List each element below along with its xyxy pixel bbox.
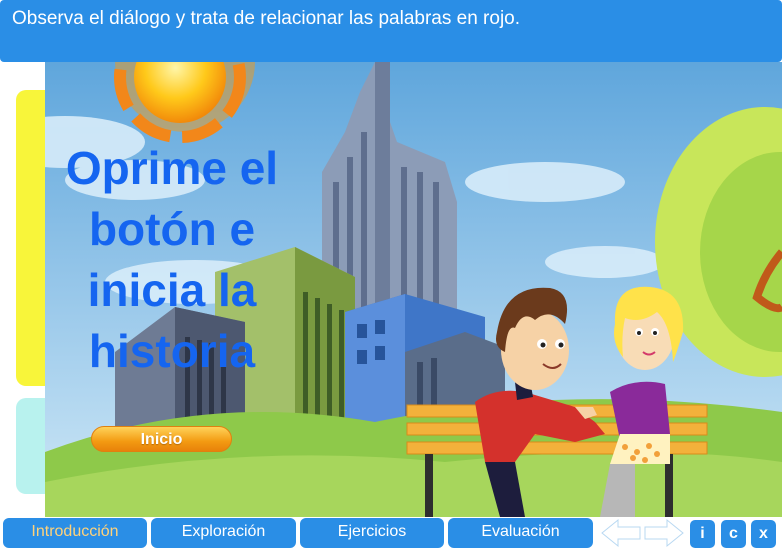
prompt-line: Oprime el xyxy=(65,142,279,194)
bottom-navigation: Introducción Exploración Ejercicios Eval… xyxy=(0,517,782,553)
tab-evaluacion[interactable]: Evaluación xyxy=(448,518,593,548)
close-button[interactable]: x xyxy=(751,520,776,548)
prompt-line: historia xyxy=(88,325,256,377)
prompt-line: botón e xyxy=(88,203,256,255)
start-button[interactable]: Inicio xyxy=(91,426,232,452)
credits-button[interactable]: c xyxy=(721,520,746,548)
story-prompt: Oprime el botón e inicia la historia xyxy=(42,138,302,382)
instruction-bar: Observa el diálogo y trata de relacionar… xyxy=(0,0,782,62)
tab-exploracion[interactable]: Exploración xyxy=(151,518,296,548)
prompt-line: inicia la xyxy=(87,264,257,316)
tab-ejercicios[interactable]: Ejercicios xyxy=(300,518,444,548)
info-button[interactable]: i xyxy=(690,520,715,548)
instruction-text: Observa el diálogo y trata de relacionar… xyxy=(12,8,521,29)
tab-introduccion[interactable]: Introducción xyxy=(3,518,147,548)
arrow-right-icon[interactable] xyxy=(643,518,685,548)
arrow-left-icon[interactable] xyxy=(600,518,642,548)
